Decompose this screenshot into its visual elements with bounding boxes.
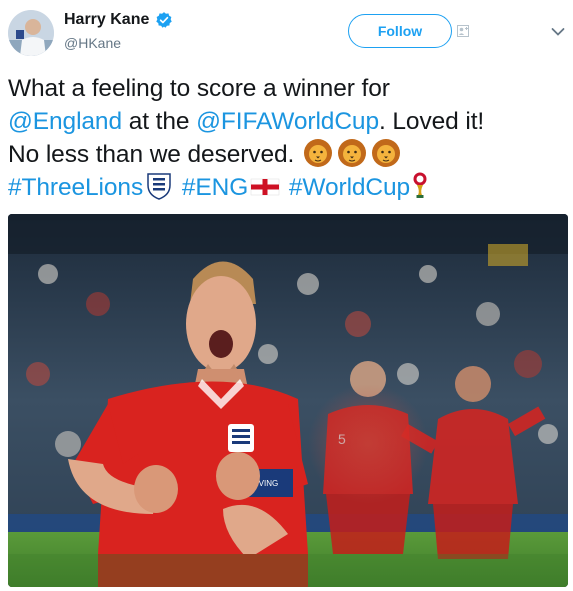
lion-face-emoji-icon (303, 139, 332, 167)
england-flag-icon (250, 178, 280, 196)
tweet-line-3: No less than we deserved. (8, 138, 568, 171)
handle[interactable]: @HKane (64, 35, 121, 51)
author-name-row[interactable]: Harry Kane (64, 11, 173, 29)
mention-fifaworldcup[interactable]: @FIFAWorldCup (196, 108, 379, 135)
lion-face-emoji-icon (371, 139, 400, 167)
tweet-line-2: @England at the @FIFAWorldCup. Loved it! (8, 105, 568, 138)
avatar[interactable] (8, 10, 54, 56)
person-add-icon[interactable] (457, 25, 469, 37)
three-lions-crest-icon (147, 173, 171, 200)
avatar-image (8, 10, 54, 56)
goal-celebration-photo: 5 LIVING (8, 214, 568, 587)
tweet-text-deserved: No less than we deserved. (8, 141, 301, 168)
verified-badge-icon (156, 12, 173, 28)
tweet-text: What a feeling to score a winner for @En… (8, 72, 568, 204)
tweet-line-1: What a feeling to score a winner for (8, 75, 390, 102)
tweet-line-4: #ThreeLions #ENG #WorldCup (8, 171, 568, 204)
tweet-space (175, 174, 182, 201)
display-name[interactable]: Harry Kane (64, 11, 149, 29)
hashtag-eng[interactable]: #ENG (182, 174, 248, 201)
hashtag-worldcup[interactable]: #WorldCup (289, 174, 410, 201)
tweet-photo[interactable]: 5 LIVING (8, 214, 568, 587)
tweet-space (282, 174, 289, 201)
follow-button[interactable]: Follow (348, 14, 452, 48)
tweet-text-at-the: at the (121, 108, 197, 135)
hashtag-threelions[interactable]: #ThreeLions (8, 174, 143, 201)
tweet-text-loved: . Loved it! (378, 108, 485, 135)
chevron-down-icon[interactable] (551, 27, 565, 37)
world-cup-trophy-icon (413, 172, 427, 198)
lion-face-emoji-icon (337, 139, 366, 167)
mention-england[interactable]: @England (8, 108, 122, 135)
